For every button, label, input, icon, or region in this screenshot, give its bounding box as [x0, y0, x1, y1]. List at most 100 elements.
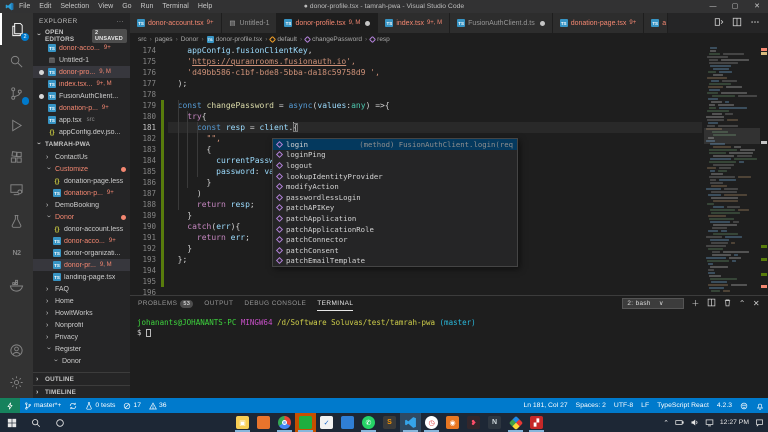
- close-panel-icon[interactable]: ✕: [753, 299, 760, 308]
- tree-folder[interactable]: › Donor: [33, 211, 130, 223]
- menu-run[interactable]: Run: [141, 3, 154, 10]
- panel-tab-output[interactable]: OUTPUT: [204, 296, 233, 311]
- breadcrumb-item[interactable]: TS donor-profile.tsx: [206, 35, 262, 43]
- project-header[interactable]: › TAMRAH-PWA: [33, 138, 130, 151]
- status-spaces--2[interactable]: Spaces: 2: [572, 398, 610, 413]
- panel-tab-terminal[interactable]: TERMINAL: [317, 296, 354, 311]
- taskbar-app-blue-check-app[interactable]: ✓: [316, 413, 337, 432]
- open-editor-item[interactable]: TS donor-acco... 9+: [33, 42, 130, 54]
- tree-file[interactable]: TS landing-page.tsx: [33, 271, 130, 283]
- activity-run-debug-icon[interactable]: [0, 109, 33, 141]
- menu-view[interactable]: View: [98, 3, 113, 10]
- activity-n2-icon[interactable]: N2: [0, 237, 33, 269]
- menu-file[interactable]: File: [19, 3, 30, 10]
- breadcrumb-item[interactable]: changePassword: [304, 35, 362, 43]
- tree-folder[interactable]: › Nonprofit: [33, 319, 130, 331]
- breadcrumb-item[interactable]: default: [269, 35, 297, 43]
- status-ln-181--col-27[interactable]: Ln 181, Col 27: [519, 398, 571, 413]
- status-branch[interactable]: master*+: [20, 398, 65, 413]
- minimap-slider[interactable]: [704, 128, 760, 144]
- menu-terminal[interactable]: Terminal: [162, 3, 188, 10]
- tab-donor-profile-tsx[interactable]: TS donor-profile.tsx 9, M: [277, 13, 379, 33]
- tree-file[interactable]: TS donor-organizati...: [33, 247, 130, 259]
- suggestion-item[interactable]: patchApplication: [273, 213, 517, 224]
- status-warning[interactable]: 36: [145, 398, 171, 413]
- more-actions-icon[interactable]: [750, 14, 760, 32]
- tree-folder[interactable]: › FAQ: [33, 283, 130, 295]
- status-error[interactable]: 17: [119, 398, 145, 413]
- outline-header[interactable]: › OUTLINE: [33, 372, 130, 385]
- status-feedback[interactable]: [736, 398, 752, 413]
- tree-folder[interactable]: › DemoBooking: [33, 199, 130, 211]
- suggestion-item[interactable]: patchAPIKey: [273, 203, 517, 214]
- open-editor-item[interactable]: TS FusionAuthClient...: [33, 90, 130, 102]
- tab-fusionauthclient-d-ts[interactable]: TS FusionAuthClient.d.ts: [450, 13, 553, 33]
- open-editor-item[interactable]: TS donation-p... 9+: [33, 102, 130, 114]
- status-flask[interactable]: 0 tests: [81, 398, 119, 413]
- activity-source-control-icon[interactable]: [0, 77, 33, 109]
- tree-folder[interactable]: › Register: [33, 343, 130, 355]
- taskbar-app-blue-window-app[interactable]: [337, 413, 358, 432]
- taskbar-app-diamond-app[interactable]: [505, 413, 526, 432]
- panel-tab-debug-console[interactable]: DEBUG CONSOLE: [244, 296, 306, 311]
- start-button[interactable]: [0, 413, 24, 432]
- maximize-button[interactable]: ▢: [724, 0, 746, 13]
- tree-folder[interactable]: › HowItWorks: [33, 307, 130, 319]
- terminal-picker[interactable]: 2: bash ∨: [622, 298, 685, 309]
- taskbar-app-notepad-app[interactable]: N: [484, 413, 505, 432]
- breadcrumb-item[interactable]: resp: [369, 35, 390, 43]
- suggestion-item[interactable]: modifyAction: [273, 181, 517, 192]
- tree-folder[interactable]: › Donor: [33, 355, 130, 367]
- suggestion-item[interactable]: passwordlessLogin: [273, 192, 517, 203]
- taskbar-app-vscode[interactable]: [400, 413, 421, 432]
- menu-go[interactable]: Go: [122, 3, 131, 10]
- breadcrumb-item[interactable]: Donor: [181, 36, 199, 43]
- taskbar-app-orange-s-app[interactable]: S: [379, 413, 400, 432]
- activity-extensions-icon[interactable]: [0, 141, 33, 173]
- tree-file[interactable]: TS donor-pr... 9, M: [33, 259, 130, 271]
- taskbar-app-orange-box-app[interactable]: ◉: [442, 413, 463, 432]
- activity-docker-icon[interactable]: [0, 269, 33, 301]
- network-icon[interactable]: [705, 418, 714, 427]
- tab-untitled-1[interactable]: ▤ Untitled-1: [221, 13, 278, 33]
- close-button[interactable]: ✕: [746, 0, 768, 13]
- tab-donation-page-tsx[interactable]: TS donation-page.tsx 9+: [552, 13, 645, 33]
- taskbar-app-file-explorer[interactable]: ▣: [232, 413, 253, 432]
- open-changes-icon[interactable]: [714, 14, 724, 32]
- taskbar-search-icon[interactable]: [24, 413, 48, 432]
- tree-file[interactable]: {} donation-page.less: [33, 175, 130, 187]
- notification-center-icon[interactable]: [755, 418, 764, 427]
- timeline-header[interactable]: › TIMELINE: [33, 385, 130, 398]
- status-sync[interactable]: [65, 398, 81, 413]
- suggestion-item[interactable]: patchConsent: [273, 245, 517, 256]
- tree-folder[interactable]: › Customize: [33, 163, 130, 175]
- status-bell[interactable]: [752, 398, 768, 413]
- activity-explorer-icon[interactable]: 2: [0, 13, 33, 45]
- status-4-2-3[interactable]: 4.2.3: [713, 398, 736, 413]
- suggestion-item[interactable]: patchConnector: [273, 234, 517, 245]
- hidden-icons-chevron[interactable]: ⌃: [663, 419, 669, 427]
- suggestion-item[interactable]: logout: [273, 160, 517, 171]
- suggestion-item[interactable]: login (method) FusionAuthClient.login(req: [273, 139, 517, 150]
- taskbar-app-red-blue-app[interactable]: ▞: [526, 413, 547, 432]
- open-editor-item[interactable]: ▤ Untitled-1: [33, 54, 130, 66]
- open-editor-item[interactable]: TS donor-pro... 9, M: [33, 66, 130, 78]
- remote-indicator[interactable]: [0, 398, 20, 413]
- maximize-panel-icon[interactable]: ⌃: [739, 299, 746, 308]
- code-editor[interactable]: 174 appConfig.fusionClientKey, 175 'https…: [130, 45, 768, 295]
- menu-edit[interactable]: Edit: [39, 3, 51, 10]
- open-editor-item[interactable]: {} appConfig.dev.jso...: [33, 126, 130, 138]
- cortana-icon[interactable]: [48, 413, 72, 432]
- menu-help[interactable]: Help: [198, 3, 212, 10]
- new-terminal-icon[interactable]: ＋: [691, 299, 699, 308]
- volume-icon[interactable]: [690, 418, 699, 427]
- tree-folder[interactable]: › Home: [33, 295, 130, 307]
- breadcrumb-item[interactable]: pages: [155, 36, 173, 43]
- tab-index-tsx[interactable]: TS index.tsx 9+, M: [378, 13, 451, 33]
- taskbar-app-pink-app[interactable]: ❥: [463, 413, 484, 432]
- status-utf-8[interactable]: UTF-8: [610, 398, 637, 413]
- tree-file[interactable]: {} donor-account.less: [33, 223, 130, 235]
- tree-file[interactable]: TS donation-p... 9+: [33, 187, 130, 199]
- panel-tab-problems[interactable]: PROBLEMS 53: [138, 296, 194, 311]
- breadcrumb-item[interactable]: src: [138, 36, 147, 43]
